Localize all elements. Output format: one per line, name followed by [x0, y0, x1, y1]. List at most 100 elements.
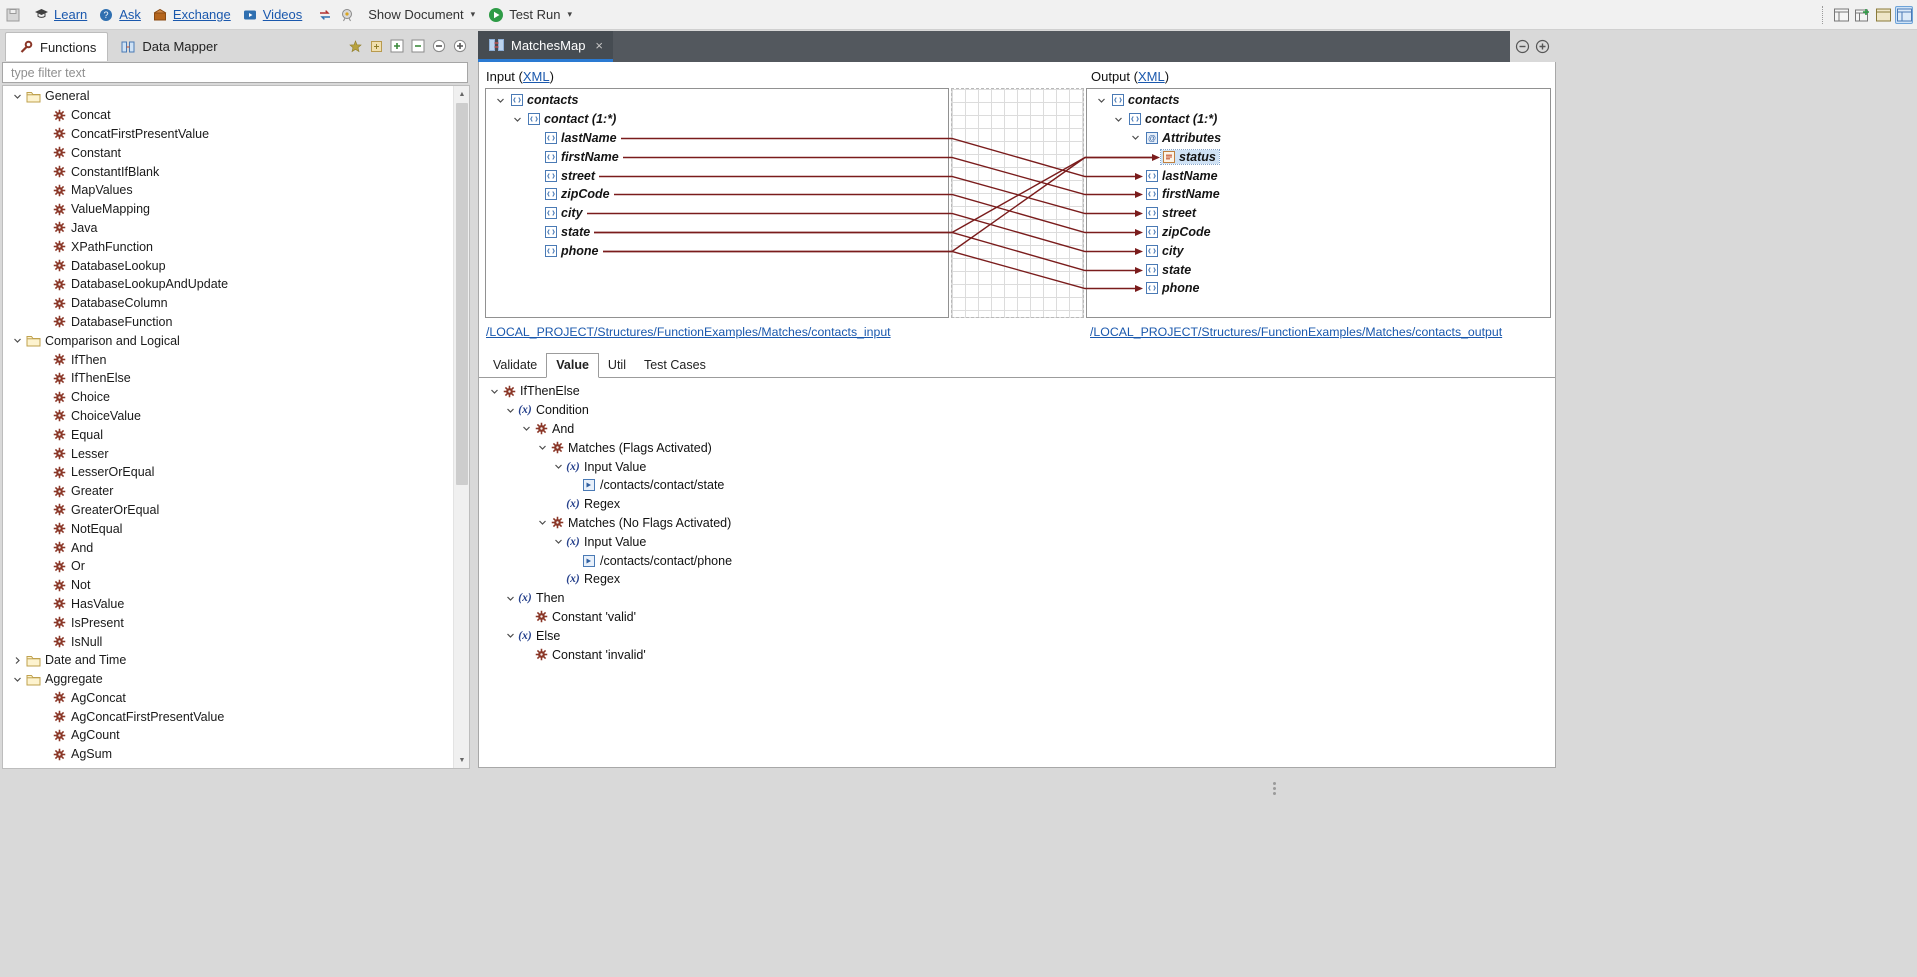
chevron-right-icon[interactable]	[9, 655, 25, 666]
tab-data-mapper[interactable]: Data Mapper	[108, 32, 228, 61]
chevron-down-icon[interactable]	[9, 335, 25, 346]
expression-node[interactable]: (x)Input Value	[479, 532, 1554, 551]
function-row[interactable]: HasValue	[3, 595, 453, 614]
left-tree-scrollbar[interactable]: ▲ ▼	[453, 86, 469, 768]
function-row[interactable]: IfThen	[3, 350, 453, 369]
node-content[interactable]: state	[543, 225, 593, 239]
node-content[interactable]: zipCode	[1144, 225, 1214, 239]
input-xml-link[interactable]: XML	[523, 69, 550, 84]
chevron-down-icon[interactable]	[535, 442, 549, 453]
node-content[interactable]: @Attributes	[1144, 131, 1224, 145]
output-tree-node[interactable]: contact (1:*)	[1087, 110, 1550, 129]
expression-node[interactable]: /contacts/contact/phone	[479, 551, 1554, 570]
chevron-down-icon[interactable]	[492, 95, 509, 106]
chevron-down-icon[interactable]	[503, 405, 517, 416]
tab-util[interactable]: Util	[599, 354, 635, 377]
chevron-down-icon[interactable]	[503, 630, 517, 641]
function-row[interactable]: Constant	[3, 143, 453, 162]
function-row[interactable]: And	[3, 538, 453, 557]
node-content[interactable]: zipCode	[543, 187, 613, 201]
test-run-button[interactable]: Test Run ▾	[487, 6, 572, 24]
function-row[interactable]: NotEqual	[3, 519, 453, 538]
function-row[interactable]: Not	[3, 576, 453, 595]
chevron-down-icon[interactable]	[503, 593, 517, 604]
input-structure-link[interactable]: /LOCAL_PROJECT/Structures/FunctionExampl…	[486, 325, 891, 339]
output-tree-node[interactable]: status	[1087, 147, 1550, 166]
chevron-down-icon[interactable]	[551, 461, 565, 472]
swap-icon[interactable]	[316, 6, 334, 24]
node-content[interactable]: city	[1144, 244, 1187, 258]
show-document-dropdown[interactable]: Show Document ▾	[368, 7, 475, 22]
scroll-up-button[interactable]: ▲	[454, 86, 470, 102]
input-tree-node[interactable]: lastName	[486, 129, 948, 148]
output-tree-node[interactable]: firstName	[1087, 185, 1550, 204]
output-tree-node[interactable]: street	[1087, 204, 1550, 223]
node-content[interactable]: street	[1144, 206, 1199, 220]
chevron-down-icon[interactable]	[1110, 114, 1127, 125]
maximize-editor-icon[interactable]	[1534, 39, 1550, 55]
chevron-down-icon[interactable]	[535, 517, 549, 528]
node-content[interactable]: lastName	[543, 131, 620, 145]
input-tree-node[interactable]: phone	[486, 241, 948, 260]
input-tree-node[interactable]: city	[486, 204, 948, 223]
ask-link[interactable]: Ask	[119, 7, 141, 22]
function-row[interactable]: GreaterOrEqual	[3, 501, 453, 520]
expression-node[interactable]: Constant 'valid'	[479, 608, 1554, 627]
function-row[interactable]: Equal	[3, 425, 453, 444]
function-row[interactable]: AgSum	[3, 745, 453, 764]
close-tab-icon[interactable]: ×	[595, 38, 603, 53]
category-row[interactable]: Comparison and Logical	[3, 331, 453, 350]
exchange-link[interactable]: Exchange	[173, 7, 231, 22]
node-content[interactable]: contact (1:*)	[1127, 112, 1220, 126]
function-row[interactable]: XPathFunction	[3, 237, 453, 256]
expression-node[interactable]: (x)Input Value	[479, 457, 1554, 476]
input-tree-node[interactable]: state	[486, 223, 948, 242]
function-row[interactable]: ConstantIfBlank	[3, 162, 453, 181]
chevron-down-icon[interactable]	[9, 674, 25, 685]
function-row[interactable]: ValueMapping	[3, 200, 453, 219]
output-tree-node[interactable]: state	[1087, 260, 1550, 279]
perspective-icon[interactable]	[1874, 6, 1892, 24]
function-row[interactable]: Java	[3, 219, 453, 238]
function-row[interactable]: Concat	[3, 106, 453, 125]
expression-node[interactable]: IfThenElse	[479, 382, 1554, 401]
function-row[interactable]: DatabaseFunction	[3, 313, 453, 332]
tab-value[interactable]: Value	[546, 353, 599, 378]
node-content[interactable]: contact (1:*)	[526, 112, 619, 126]
function-row[interactable]: AgCount	[3, 726, 453, 745]
expression-node[interactable]: (x)Condition	[479, 401, 1554, 420]
input-tree-node[interactable]: street	[486, 166, 948, 185]
chevron-down-icon[interactable]	[519, 423, 533, 434]
function-row[interactable]: IfThenElse	[3, 369, 453, 388]
function-row[interactable]: DatabaseLookupAndUpdate	[3, 275, 453, 294]
category-row[interactable]: Aggregate	[3, 670, 453, 689]
expression-node[interactable]: Matches (No Flags Activated)	[479, 514, 1554, 533]
expression-node[interactable]: And	[479, 420, 1554, 439]
function-row[interactable]: MapValues	[3, 181, 453, 200]
add-to-favorites-icon[interactable]	[347, 38, 363, 54]
function-row[interactable]: Greater	[3, 482, 453, 501]
selected-node-content[interactable]: status	[1161, 150, 1219, 164]
mapping-grid[interactable]	[951, 88, 1084, 318]
function-row[interactable]: AgConcatFirstPresentValue	[3, 707, 453, 726]
node-content[interactable]: firstName	[1144, 187, 1223, 201]
open-perspective-icon[interactable]	[1832, 6, 1850, 24]
maximize-view-icon[interactable]	[452, 38, 468, 54]
output-tree-node[interactable]: phone	[1087, 279, 1550, 298]
scroll-down-button[interactable]: ▼	[454, 752, 470, 768]
output-tree-node[interactable]: zipCode	[1087, 223, 1550, 242]
node-content[interactable]: state	[1144, 263, 1194, 277]
node-content[interactable]: street	[543, 169, 598, 183]
node-content[interactable]: firstName	[543, 150, 622, 164]
expression-node[interactable]: (x)Else	[479, 626, 1554, 645]
input-tree-node[interactable]: zipCode	[486, 185, 948, 204]
collapse-all-icon[interactable]	[410, 38, 426, 54]
save-icon[interactable]	[4, 6, 22, 24]
function-row[interactable]: AgConcat	[3, 689, 453, 708]
scrollbar-thumb[interactable]	[456, 103, 468, 485]
function-row[interactable]: Or	[3, 557, 453, 576]
category-row[interactable]: Date and Time	[3, 651, 453, 670]
expression-node[interactable]: (x)Then	[479, 589, 1554, 608]
input-tree-node[interactable]: contact (1:*)	[486, 110, 948, 129]
certificate-icon[interactable]	[338, 6, 356, 24]
